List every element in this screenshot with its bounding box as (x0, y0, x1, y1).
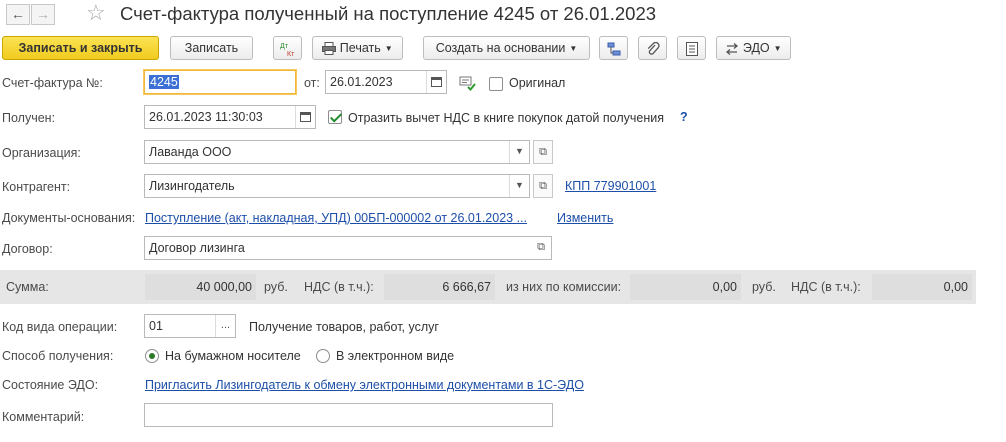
print-label: Печать (339, 41, 381, 55)
chevron-down-icon: ▼ (515, 180, 524, 190)
kpp-link[interactable]: КПП 779901001 (565, 179, 656, 193)
list-button[interactable] (677, 36, 706, 60)
open-icon: ⧉ (539, 146, 547, 158)
organization-label: Организация: (2, 146, 81, 160)
contract-label: Договор: (2, 242, 53, 256)
edo-label: ЭДО (742, 41, 770, 55)
receive-electronic-label: В электронном виде (336, 349, 455, 363)
invoice-number-value: 4245 (149, 75, 179, 89)
open-contractor-button[interactable]: ⧉ (533, 174, 553, 198)
op-code-value: 01 (149, 319, 163, 333)
calendar-icon (431, 77, 442, 88)
save-button[interactable]: Записать (170, 36, 253, 60)
base-documents-link[interactable]: Поступление (акт, накладная, УПД) 00БП-0… (145, 211, 527, 225)
receive-paper-label: На бумажном носителе (165, 349, 301, 363)
window-title: Счет-фактура полученный на поступление 4… (120, 3, 657, 24)
calendar-button[interactable] (295, 106, 315, 128)
edo-invite-link[interactable]: Пригласить Лизингодатель к обмену электр… (145, 378, 584, 392)
edo-state-label: Состояние ЭДО: (2, 378, 99, 392)
contract-input[interactable]: Договор лизинга ⧉ (144, 236, 552, 260)
debit-credit-icon: Дт Кт (280, 43, 295, 58)
invoice-date-value: 26.01.2023 (330, 75, 393, 89)
commission-value: 0,00 (630, 274, 741, 300)
chevron-down-icon: ▼ (569, 44, 578, 53)
base-documents-label: Документы-основания: (2, 211, 136, 225)
received-datetime-value: 26.01.2023 11:30:03 (149, 110, 263, 124)
print-button[interactable]: Печать ▼ (312, 36, 403, 60)
open-icon: ⧉ (537, 241, 545, 253)
back-button[interactable]: ← (6, 4, 30, 25)
dropdown-button[interactable]: ▼ (509, 141, 529, 163)
op-code-label: Код вида операции: (2, 320, 118, 334)
invoice-number-input[interactable]: 4245 (144, 70, 296, 94)
create-based-on-button[interactable]: Создать на основании ▼ (423, 36, 590, 60)
vat2-value: 0,00 (872, 274, 972, 300)
printer-icon (322, 42, 337, 56)
save-and-close-button[interactable]: Записать и закрыть (2, 36, 159, 60)
hierarchy-icon (607, 42, 620, 56)
vat2-label: НДС (в т.ч.): (791, 280, 861, 294)
sums-panel: Сумма: 40 000,00 руб. НДС (в т.ч.): 6 66… (0, 270, 976, 304)
receive-paper-radio[interactable] (145, 349, 159, 363)
edo-button[interactable]: ЭДО ▼ (716, 36, 791, 60)
open-contract-button[interactable]: ⧉ (531, 237, 551, 259)
contractor-value: Лизингодатель (149, 179, 235, 193)
ellipsis-icon: ... (220, 319, 231, 331)
vat-value: 6 666,67 (384, 274, 495, 300)
vat-deduction-label: Отразить вычет НДС в книге покупок датой… (348, 111, 664, 125)
document-check-icon[interactable] (459, 75, 477, 91)
chevron-down-icon: ▼ (384, 44, 393, 53)
organization-select[interactable]: Лаванда ООО ▼ (144, 140, 530, 164)
open-icon: ⧉ (539, 180, 547, 192)
commission-label: из них по комиссии: (506, 280, 622, 294)
commission-currency: руб. (752, 280, 776, 294)
select-op-code-button[interactable]: ... (215, 315, 235, 337)
contractor-select[interactable]: Лизингодатель ▼ (144, 174, 530, 198)
dt-kt-button[interactable]: Дт Кт (273, 36, 302, 60)
vat-label: НДС (в т.ч.): (304, 280, 374, 294)
calendar-button[interactable] (426, 71, 446, 93)
svg-text:Кт: Кт (287, 51, 295, 58)
svg-text:Дт: Дт (280, 43, 289, 50)
receive-method-label: Способ получения: (2, 349, 114, 363)
contract-value: Договор лизинга (149, 241, 245, 255)
open-organization-button[interactable]: ⧉ (533, 140, 553, 164)
arrow-left-icon: ← (11, 6, 25, 22)
attachments-button[interactable] (638, 36, 667, 60)
original-label: Оригинал (509, 76, 566, 90)
vat-deduction-checkbox[interactable] (328, 110, 342, 124)
sum-label: Сумма: (6, 280, 49, 294)
sum-value: 40 000,00 (145, 274, 256, 300)
calendar-icon (300, 112, 311, 123)
create-based-on-label: Создать на основании (435, 41, 566, 55)
op-code-description: Получение товаров, работ, услуг (249, 320, 439, 334)
exchange-icon (726, 42, 739, 55)
dropdown-button[interactable]: ▼ (509, 175, 529, 197)
structure-button[interactable] (599, 36, 628, 60)
original-checkbox[interactable] (489, 77, 503, 91)
forward-button[interactable]: → (31, 4, 55, 25)
comment-label: Комментарий: (2, 410, 85, 424)
received-datetime-input[interactable]: 26.01.2023 11:30:03 (144, 105, 316, 129)
paperclip-icon (647, 41, 660, 55)
invoice-number-label: Счет-фактура №: (2, 76, 103, 90)
organization-value: Лаванда ООО (149, 145, 232, 159)
received-label: Получен: (2, 111, 56, 125)
document-list-icon (685, 41, 698, 56)
sum-currency: руб. (264, 280, 288, 294)
receive-electronic-radio[interactable] (316, 349, 330, 363)
chevron-down-icon: ▼ (773, 44, 782, 53)
change-link[interactable]: Изменить (557, 211, 613, 225)
invoice-date-input[interactable]: 26.01.2023 (325, 70, 447, 94)
from-label: от: (304, 76, 320, 90)
contractor-label: Контрагент: (2, 180, 71, 194)
help-icon[interactable]: ? (680, 110, 688, 124)
favorite-star-icon[interactable]: ☆ (86, 2, 106, 24)
comment-input[interactable] (144, 403, 553, 427)
arrow-right-icon: → (36, 6, 50, 22)
op-code-input[interactable]: 01 ... (144, 314, 236, 338)
chevron-down-icon: ▼ (515, 146, 524, 156)
